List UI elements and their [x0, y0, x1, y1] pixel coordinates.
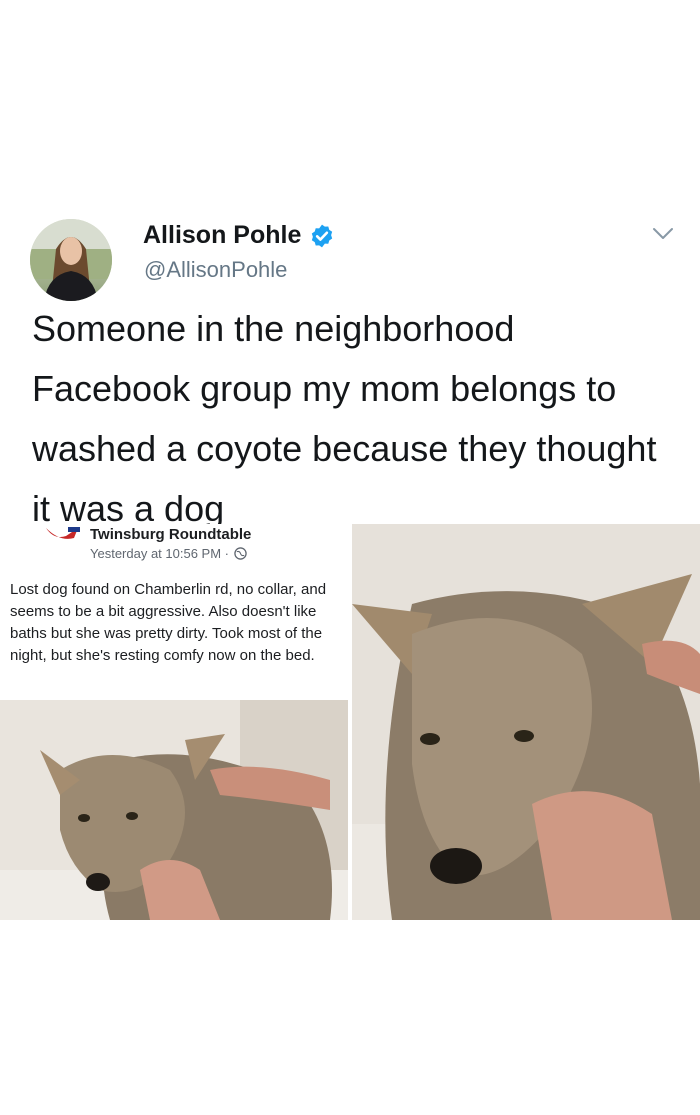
timestamp-text: Yesterday at 10:56 PM ·: [90, 546, 229, 561]
display-name[interactable]: Allison Pohle: [143, 221, 301, 250]
avatar[interactable]: [30, 219, 112, 301]
coyote-closeup-image: [352, 524, 700, 920]
coyote-closeup-photo: [352, 524, 700, 920]
group-name: Twinsburg Roundtable: [90, 526, 252, 543]
post-timestamp: Yesterday at 10:56 PM ·: [90, 546, 247, 561]
coyote-bath-photo: [0, 700, 348, 920]
chevron-down-icon[interactable]: [652, 227, 674, 241]
tweet-text: Someone in the neighborhood Facebook gro…: [32, 308, 657, 529]
tweet-card: Allison Pohle @AllisonPohle Someone in t…: [0, 205, 700, 529]
handle[interactable]: @AllisonPohle: [144, 257, 287, 283]
coyote-photo-image: [0, 700, 348, 920]
globe-icon: [234, 547, 247, 560]
facebook-post-screenshot: Twinsburg Roundtable Yesterday at 10:56 …: [0, 524, 348, 704]
author-row: Allison Pohle: [143, 221, 335, 250]
group-logo-icon: [46, 527, 80, 539]
verified-badge-icon: [312, 224, 333, 247]
post-text: Lost dog found on Chamberlin rd, no coll…: [10, 581, 327, 664]
avatar-image: [30, 219, 112, 301]
